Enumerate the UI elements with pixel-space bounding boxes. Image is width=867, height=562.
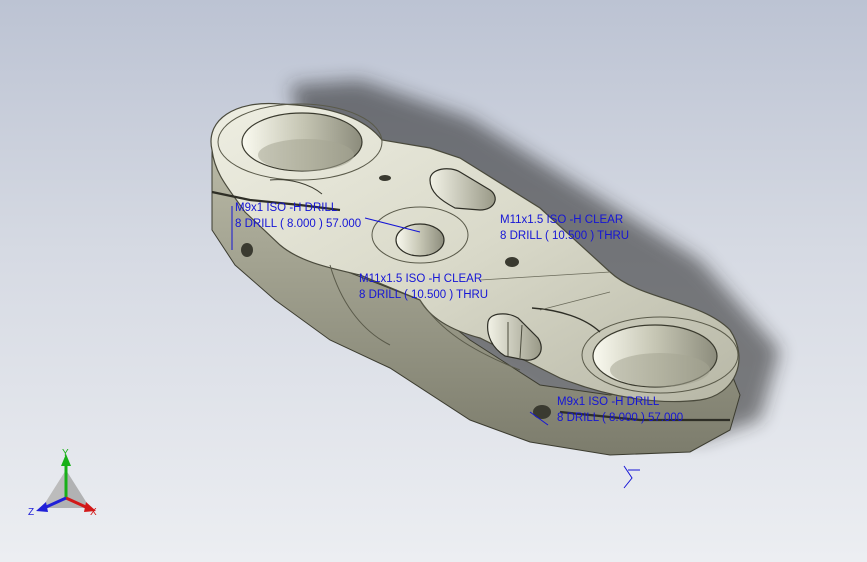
- hole-callout-line1: M9x1 ISO -H DRILL: [557, 396, 660, 408]
- reference-triad: Y X Z: [28, 448, 97, 518]
- hole-callout-m9-right[interactable]: M9x1 ISO -H DRILL 8 DRILL ( 8.000 ) 57.0…: [557, 394, 683, 426]
- hole-callout-m11-upper[interactable]: M11x1.5 ISO -H CLEAR 8 DRILL ( 10.500 ) …: [500, 212, 629, 244]
- hole-callout-line2: 8 DRILL ( 10.500 ) THRU: [359, 289, 489, 301]
- hole-callout-line2: 8 DRILL ( 8.000 ) 57.000: [235, 218, 362, 230]
- small-hole-right-side: [533, 405, 551, 419]
- z-axis-label: Z: [28, 507, 34, 518]
- left-clamp-bore-inner: [258, 139, 354, 171]
- y-axis-label: Y: [62, 448, 69, 459]
- hole-callout-line1: M9x1 ISO -H DRILL: [235, 202, 338, 214]
- small-hole-left: [379, 175, 391, 181]
- center-stem-bore: [395, 223, 445, 257]
- hole-callout-line1: M11x1.5 ISO -H CLEAR: [500, 214, 624, 226]
- graphics-viewport[interactable]: M9x1 ISO -H DRILL 8 DRILL ( 8.000 ) 57.0…: [0, 0, 867, 562]
- hole-callout-m9-left[interactable]: M9x1 ISO -H DRILL 8 DRILL ( 8.000 ) 57.0…: [235, 200, 361, 232]
- x-axis-label: X: [90, 507, 97, 518]
- hole-callout-line1: M11x1.5 ISO -H CLEAR: [359, 273, 483, 285]
- hole-callout-m11-center[interactable]: M11x1.5 ISO -H CLEAR 8 DRILL ( 10.500 ) …: [359, 271, 488, 303]
- hole-callout-line2: 8 DRILL ( 8.000 ) 57.000: [557, 412, 684, 424]
- small-hole-center: [505, 257, 519, 267]
- small-hole-left-side: [241, 243, 253, 257]
- right-clamp-bore-inner: [610, 353, 710, 387]
- hole-callout-line2: 8 DRILL ( 10.500 ) THRU: [500, 230, 630, 242]
